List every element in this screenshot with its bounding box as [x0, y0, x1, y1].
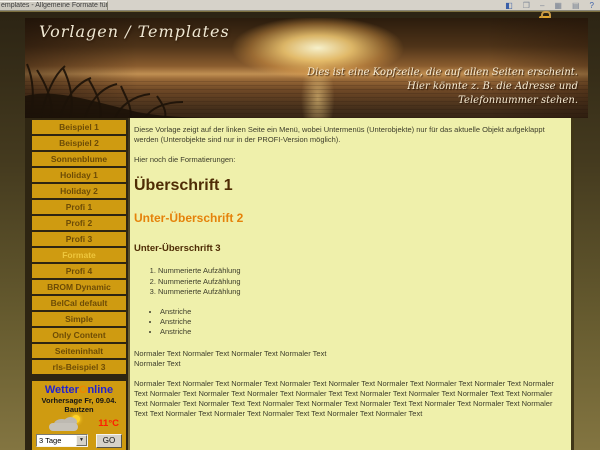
sidebar-item-rls-beispiel-3[interactable]: rls-Beispiel 3 [32, 360, 126, 374]
sidebar-item-formate[interactable]: Formate [32, 248, 126, 262]
browser-tab-title: emplates - Allgemeine Formate für Texte … [0, 2, 107, 10]
tagline-line: Hier könnte z. B. die Adresse und [307, 80, 578, 94]
numbered-item: Nummerierte Aufzählung [158, 277, 561, 286]
windows-icon[interactable]: ❐ [523, 1, 530, 10]
numbered-item: Nummerierte Aufzählung [158, 287, 561, 296]
sidebar-item-holiday-2[interactable]: Holiday 2 [32, 184, 126, 198]
sidebar-item-profi-4[interactable]: Profi 4 [32, 264, 126, 278]
browser-tab[interactable]: emplates - Allgemeine Formate für Texte … [0, 1, 108, 10]
forecast-range-select[interactable]: 3 Tage ▼ [36, 434, 88, 447]
sidebar-menu: Beispiel 1 Beispiel 2 Sonnenblume Holida… [25, 118, 128, 450]
normal-text-long: Normaler Text Normaler Text Normaler Tex… [134, 379, 561, 420]
browser-titlebar: emplates - Allgemeine Formate für Texte … [0, 0, 600, 11]
select-value: 3 Tage [39, 436, 61, 445]
webpage: Vorlagen / Templates Dies ist eine Kopfz… [0, 12, 600, 450]
dune-grass-icon [25, 60, 235, 118]
sidebar-item-sonnenblume[interactable]: Sonnenblume [32, 152, 126, 166]
wetteronline-logo[interactable]: WetterOnline [32, 384, 126, 396]
sidebar-item-belcal-default[interactable]: BelCal default [32, 296, 126, 310]
weather-condition-row: 11°C [32, 415, 126, 432]
intro-paragraph: Diese Vorlage zeigt auf der linken Seite… [134, 125, 561, 145]
tagline-line: Dies ist eine Kopfzeile, die auf allen S… [307, 66, 578, 80]
normal-text-short: Normaler Text Normaler Text Normaler Tex… [134, 349, 561, 369]
sidebar-item-profi-1[interactable]: Profi 1 [32, 200, 126, 214]
numbered-item: Nummerierte Aufzählung [158, 266, 561, 275]
sidebar-item-beispiel-2[interactable]: Beispiel 2 [32, 136, 126, 150]
logo-text-pre: Wetter [45, 384, 79, 396]
formats-line: Hier noch die Formatierungen: [134, 155, 561, 165]
heading-2: Unter-Überschrift 2 [134, 211, 561, 225]
sidebar-item-only-content[interactable]: Only Content [32, 328, 126, 342]
bullet-item: Anstriche [160, 327, 561, 336]
bullet-item: Anstriche [160, 317, 561, 326]
sidebar-item-profi-3[interactable]: Profi 3 [32, 232, 126, 246]
sidebar-item-simple[interactable]: Simple [32, 312, 126, 326]
weather-widget: WetterOnline Vorhersage Fr, 09.04. Bautz… [32, 381, 126, 450]
numbered-list: Nummerierte Aufzählung Nummerierte Aufzä… [158, 266, 561, 296]
heading-1: Überschrift 1 [134, 177, 561, 195]
heading-3: Unter-Überschrift 3 [134, 243, 561, 254]
site-title: Vorlagen / Templates [39, 22, 230, 41]
weather-controls: 3 Tage ▼ GO [32, 434, 126, 448]
panel-icon[interactable]: ▦ [554, 1, 562, 10]
temperature: 11°C [98, 418, 119, 429]
forecast-date: Vorhersage Fr, 09.04. [32, 396, 126, 405]
minimize-icon[interactable]: – [540, 1, 544, 10]
help-icon[interactable]: ? [590, 1, 594, 10]
forecast-city: Bautzen [32, 405, 126, 414]
select-dropdown-arrow-icon[interactable]: ▼ [76, 435, 87, 446]
cloud-part [49, 423, 78, 431]
document-icon[interactable]: ▤ [572, 1, 580, 10]
header-tagline: Dies ist eine Kopfzeile, die auf allen S… [307, 66, 578, 108]
sidebar-item-brom-dynamic[interactable]: BROM Dynamic [32, 280, 126, 294]
sidebar-item-holiday-1[interactable]: Holiday 1 [32, 168, 126, 182]
logo-text-post: nline [87, 384, 113, 396]
bullet-list: Anstriche Anstriche Anstriche [160, 307, 561, 337]
bullet-item: Anstriche [160, 307, 561, 316]
header-image: Vorlagen / Templates Dies ist eine Kopfz… [25, 18, 588, 118]
tagline-line: Telefonnummer stehen. [307, 94, 578, 108]
browser-toolbar-icons: ◧ ❐ – ▦ ▤ ? [505, 0, 594, 11]
screen: emplates - Allgemeine Formate für Texte … [0, 0, 600, 450]
go-button[interactable]: GO [96, 434, 122, 448]
sidebar-item-seiteninhalt[interactable]: Seiteninhalt [32, 344, 126, 358]
sidebar-item-profi-2[interactable]: Profi 2 [32, 216, 126, 230]
main-content: Diese Vorlage zeigt auf der linken Seite… [130, 118, 574, 450]
favorites-icon[interactable]: ◧ [505, 1, 513, 10]
sidebar-item-beispiel-1[interactable]: Beispiel 1 [32, 120, 126, 134]
